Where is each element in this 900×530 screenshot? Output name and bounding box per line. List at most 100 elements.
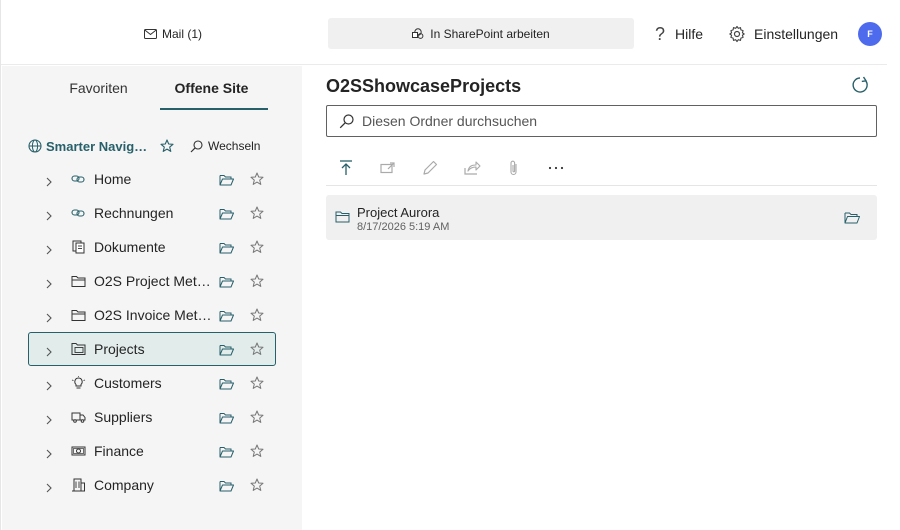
help-icon: ?	[654, 23, 665, 44]
open-folder-icon[interactable]	[219, 479, 234, 492]
open-folder-icon[interactable]	[219, 343, 234, 356]
move-button[interactable]	[377, 157, 399, 179]
open-folder-icon[interactable]	[219, 207, 234, 220]
settings-button[interactable]: Einstellungen	[728, 22, 838, 46]
tab-open-site[interactable]: Offene Site	[155, 78, 268, 110]
more-icon	[548, 166, 564, 170]
sidebar-item-suppliers[interactable]: Suppliers	[28, 400, 276, 434]
chevron-right-icon[interactable]	[44, 242, 54, 255]
sidebar-item-o2s-project-met[interactable]: O2S Project Met…	[28, 264, 276, 298]
help-button[interactable]: ? Hilfe	[654, 22, 703, 46]
chevron-right-icon[interactable]	[44, 344, 54, 357]
folder-icon	[70, 308, 86, 322]
star-icon[interactable]	[250, 274, 264, 288]
sidebar-item-rechnungen[interactable]: Rechnungen	[28, 196, 276, 230]
building-icon	[70, 478, 86, 492]
search-input[interactable]	[362, 113, 862, 129]
mail-label: Mail (1)	[162, 27, 203, 41]
money-icon	[70, 444, 86, 458]
more-button[interactable]	[545, 157, 567, 179]
search-icon	[190, 139, 203, 152]
top-bar: Mail (1) In SharePoint arbeiten ? Hilfe …	[1, 0, 887, 65]
open-folder-icon[interactable]	[219, 377, 234, 390]
folder-library-icon	[70, 342, 86, 356]
sidebar-item-projects[interactable]: Projects	[28, 332, 276, 366]
open-folder-icon[interactable]	[219, 275, 234, 288]
open-folder-icon[interactable]	[219, 309, 234, 322]
sidebar-item-label: Company	[94, 477, 154, 493]
star-icon[interactable]	[250, 206, 264, 220]
rename-icon	[423, 160, 438, 175]
sharepoint-button[interactable]: In SharePoint arbeiten	[328, 18, 634, 49]
avatar[interactable]: F	[858, 22, 882, 46]
star-icon[interactable]	[250, 478, 264, 492]
open-folder-icon[interactable]	[219, 445, 234, 458]
star-icon[interactable]	[160, 139, 174, 153]
toolbar	[326, 154, 877, 186]
attach-button[interactable]	[503, 157, 525, 179]
share-button[interactable]	[461, 157, 483, 179]
sidebar-item-label: O2S Project Met…	[94, 273, 211, 289]
sidebar-item-home[interactable]: Home	[28, 162, 276, 196]
chevron-right-icon[interactable]	[44, 480, 54, 493]
page-title: O2SShowcaseProjects	[326, 76, 522, 96]
star-icon[interactable]	[250, 410, 264, 424]
site-navigation: Home Rechnungen Dokumente O2S Project Met… O…	[28, 162, 278, 502]
upload-button[interactable]	[335, 157, 357, 179]
chevron-right-icon[interactable]	[44, 446, 54, 459]
open-folder-icon[interactable]	[219, 241, 234, 254]
switch-label: Wechseln	[208, 139, 261, 153]
sidebar-item-label: Home	[94, 171, 132, 187]
sidebar: Favoriten Offene Site Smarter Navig… Wec…	[2, 66, 302, 530]
tab-favorites[interactable]: Favoriten	[42, 78, 155, 110]
rename-button[interactable]	[419, 157, 441, 179]
chevron-right-icon[interactable]	[44, 310, 54, 323]
link-icon	[70, 172, 86, 186]
sidebar-item-finance[interactable]: Finance	[28, 434, 276, 468]
star-icon[interactable]	[250, 308, 264, 322]
main-panel: O2SShowcaseProjects Diesen Ordner durchs…	[302, 66, 887, 530]
star-icon[interactable]	[250, 240, 264, 254]
sidebar-item-label: Rechnungen	[94, 205, 174, 221]
mail-button[interactable]: Mail (1)	[144, 24, 202, 44]
sidebar-item-label: Projects	[94, 341, 145, 357]
refresh-icon[interactable]	[850, 75, 870, 95]
open-folder-icon[interactable]	[219, 411, 234, 424]
sidebar-item-label: Finance	[94, 443, 144, 459]
star-icon[interactable]	[250, 376, 264, 390]
chevron-right-icon[interactable]	[44, 412, 54, 425]
site-name-link[interactable]: Smarter Navig…	[46, 139, 150, 154]
sidebar-item-label: Customers	[94, 375, 162, 391]
star-icon[interactable]	[250, 172, 264, 186]
folder-icon	[70, 274, 86, 288]
chevron-right-icon[interactable]	[44, 174, 54, 187]
sidebar-item-dokumente[interactable]: Dokumente	[28, 230, 276, 264]
upload-icon	[340, 160, 352, 175]
globe-icon	[28, 139, 42, 153]
settings-label: Einstellungen	[754, 26, 839, 42]
list-item[interactable]: Project Aurora 8/17/2026 5:19 AM	[326, 195, 877, 240]
sidebar-item-company[interactable]: Company	[28, 468, 276, 502]
file-date: 8/17/2026 5:19 AM	[357, 221, 450, 233]
mail-icon	[144, 29, 157, 39]
chevron-right-icon[interactable]	[44, 276, 54, 289]
star-icon[interactable]	[250, 342, 264, 356]
sharepoint-icon	[412, 27, 424, 39]
star-icon[interactable]	[250, 444, 264, 458]
sidebar-tabs: Favoriten Offene Site	[42, 78, 268, 110]
help-label: Hilfe	[675, 26, 704, 42]
search-icon	[339, 113, 354, 128]
truck-icon	[70, 410, 86, 424]
folder-icon	[335, 211, 350, 223]
sidebar-item-o2s-invoice-met[interactable]: O2S Invoice Met…	[28, 298, 276, 332]
switch-site-button[interactable]: Wechseln	[190, 139, 260, 153]
open-folder-icon[interactable]	[844, 211, 860, 224]
chevron-right-icon[interactable]	[44, 208, 54, 221]
chevron-right-icon[interactable]	[44, 378, 54, 391]
attach-icon	[510, 160, 517, 176]
sharepoint-label: In SharePoint arbeiten	[430, 26, 550, 41]
sidebar-item-label: Suppliers	[94, 409, 153, 425]
document-library-icon	[70, 240, 86, 254]
open-folder-icon[interactable]	[219, 173, 234, 186]
sidebar-item-customers[interactable]: Customers	[28, 366, 276, 400]
